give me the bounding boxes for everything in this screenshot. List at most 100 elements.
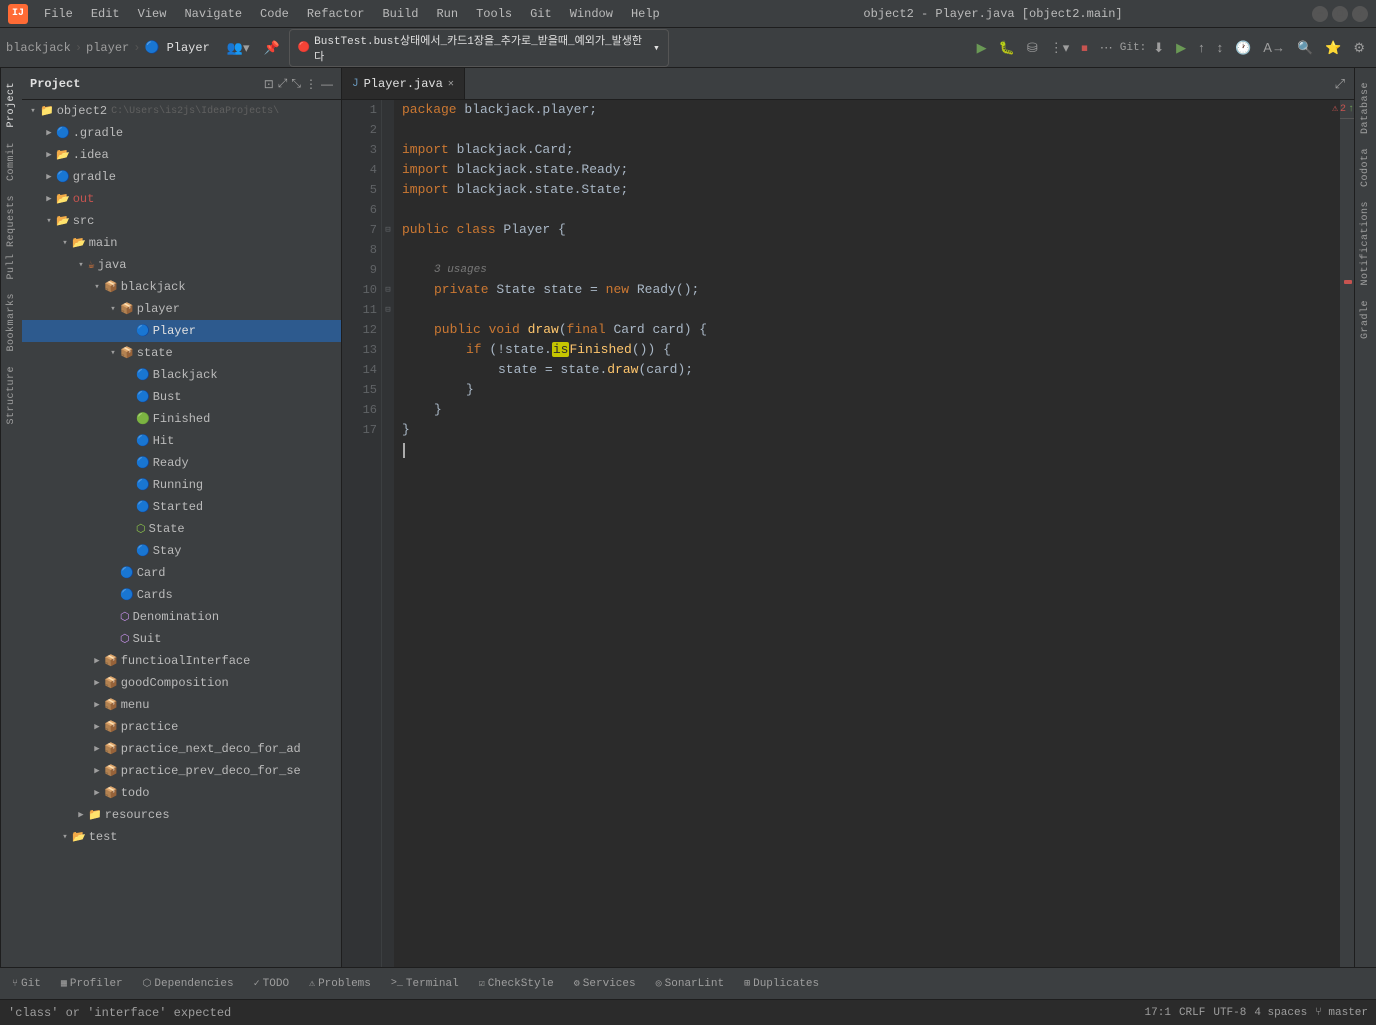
- tree-src[interactable]: ▾ 📂 src: [22, 210, 341, 232]
- tree-practice-next[interactable]: ▶ 📦 practice_next_deco_for_ad: [22, 738, 341, 760]
- menu-item-code[interactable]: Code: [252, 5, 297, 23]
- tree-Cards[interactable]: 🔵 Cards: [22, 584, 341, 606]
- panel-expand2-btn[interactable]: ⤡: [291, 76, 301, 91]
- debug-button[interactable]: 🐛: [994, 37, 1020, 59]
- fold-12[interactable]: ⊟: [382, 300, 394, 320]
- bottom-tab-services[interactable]: ⚙ Services: [566, 975, 644, 993]
- menu-item-refactor[interactable]: Refactor: [299, 5, 373, 23]
- tree-Stay[interactable]: 🔵 Stay: [22, 540, 341, 562]
- menu-item-build[interactable]: Build: [374, 5, 426, 23]
- panel-expand-btn[interactable]: ⤢: [278, 76, 288, 91]
- tree-gradle2[interactable]: ▶ 🔵 gradle: [22, 166, 341, 188]
- panel-gear-btn[interactable]: ⋮: [305, 77, 317, 91]
- code-area[interactable]: package blackjack.player; import blackja…: [394, 100, 1340, 967]
- tree-Suit[interactable]: ⬡ Suit: [22, 628, 341, 650]
- translate-button[interactable]: A→: [1258, 37, 1290, 58]
- stop-button[interactable]: ⏹: [1076, 37, 1093, 59]
- fold-7[interactable]: ⊟: [382, 220, 394, 240]
- bookmark-button[interactable]: ⭐: [1320, 37, 1346, 59]
- panel-scope-btn[interactable]: ⊡: [264, 77, 274, 91]
- tree-Denomination[interactable]: ⬡ Denomination: [22, 606, 341, 628]
- sidebar-bookmarks[interactable]: Bookmarks: [4, 287, 19, 358]
- breadcrumb-Player[interactable]: 🔵 Player: [144, 40, 209, 55]
- menu-item-file[interactable]: File: [36, 5, 81, 23]
- tree-idea[interactable]: ▶ 📂 .idea: [22, 144, 341, 166]
- menu-item-git[interactable]: Git: [522, 5, 560, 23]
- tab-player-java[interactable]: J Player.java ✕: [342, 68, 465, 99]
- run-button[interactable]: ▶: [972, 37, 992, 59]
- rsidebar-codota[interactable]: Codota: [1358, 142, 1373, 193]
- tree-Player-class[interactable]: 🔵 Player: [22, 320, 341, 342]
- menu-item-edit[interactable]: Edit: [83, 5, 128, 23]
- status-position[interactable]: 17:1: [1145, 1007, 1171, 1019]
- settings-button[interactable]: ⚙: [1348, 37, 1370, 59]
- tree-Finished[interactable]: 🟢 Finished: [22, 408, 341, 430]
- more-run-button[interactable]: ⋮▾: [1045, 37, 1075, 59]
- tree-Bust[interactable]: 🔵 Bust: [22, 386, 341, 408]
- tree-out[interactable]: ▶ 📂 out: [22, 188, 341, 210]
- tree-Blackjack[interactable]: 🔵 Blackjack: [22, 364, 341, 386]
- tree-menu[interactable]: ▶ 📦 menu: [22, 694, 341, 716]
- breadcrumb-blackjack[interactable]: blackjack: [6, 41, 71, 55]
- menu-item-navigate[interactable]: Navigate: [176, 5, 250, 23]
- coverage-button[interactable]: ⛁: [1022, 37, 1043, 59]
- menu-item-view[interactable]: View: [130, 5, 175, 23]
- run-config[interactable]: 🔴 BustTest.bust상태에서_카드1장을_추가로_받을때_예외가_발생…: [289, 29, 669, 67]
- panel-minus-btn[interactable]: —: [321, 77, 333, 91]
- tree-blackjack-pkg[interactable]: ▾ 📦 blackjack: [22, 276, 341, 298]
- bottom-tab-git[interactable]: ⑂ Git: [4, 975, 49, 993]
- git-history-button[interactable]: 🕐: [1230, 37, 1256, 59]
- tree-test[interactable]: ▾ 📂 test: [22, 826, 341, 848]
- menu-item-run[interactable]: Run: [428, 5, 466, 23]
- search-button[interactable]: 🔍: [1292, 37, 1318, 59]
- tree-Ready[interactable]: 🔵 Ready: [22, 452, 341, 474]
- nav-up[interactable]: ↑: [1348, 104, 1354, 115]
- git-pull-button[interactable]: ⬇: [1148, 37, 1169, 59]
- more-button[interactable]: ⋯: [1095, 37, 1118, 59]
- tree-root[interactable]: ▾ 📁 object2 C:\Users\is2js\IdeaProjects\: [22, 100, 341, 122]
- tree-java[interactable]: ▾ ☕ java: [22, 254, 341, 276]
- sidebar-structure[interactable]: Structure: [4, 360, 19, 431]
- tree-practice-prev[interactable]: ▶ 📦 practice_prev_deco_for_se: [22, 760, 341, 782]
- bottom-tab-terminal[interactable]: >_ Terminal: [383, 975, 467, 993]
- maximize-button[interactable]: □: [1332, 6, 1348, 22]
- bottom-tab-duplicates[interactable]: ⊞ Duplicates: [736, 975, 827, 993]
- tree-practice[interactable]: ▶ 📦 practice: [22, 716, 341, 738]
- tree-Running[interactable]: 🔵 Running: [22, 474, 341, 496]
- rsidebar-notifications[interactable]: Notifications: [1358, 195, 1373, 292]
- bottom-tab-profiler[interactable]: ▦ Profiler: [53, 975, 131, 993]
- tree-main[interactable]: ▾ 📂 main: [22, 232, 341, 254]
- menu-item-tools[interactable]: Tools: [468, 5, 520, 23]
- tree-Started[interactable]: 🔵 Started: [22, 496, 341, 518]
- bottom-tab-todo[interactable]: ✓ TODO: [246, 975, 297, 993]
- bottom-tab-checkstyle[interactable]: ☑ CheckStyle: [471, 975, 562, 993]
- status-indent[interactable]: 4 spaces: [1254, 1007, 1307, 1019]
- breadcrumb-player[interactable]: player: [86, 41, 129, 55]
- status-crlf[interactable]: CRLF: [1179, 1007, 1205, 1019]
- tree-Card[interactable]: 🔵 Card: [22, 562, 341, 584]
- tree-resources[interactable]: ▶ 📁 resources: [22, 804, 341, 826]
- menu-bar[interactable]: FileEditViewNavigateCodeRefactorBuildRun…: [36, 5, 674, 23]
- sidebar-commit[interactable]: Commit: [4, 136, 19, 187]
- close-button[interactable]: ✕: [1352, 6, 1368, 22]
- fold-11[interactable]: ⊟: [382, 280, 394, 300]
- tree-functioalInterface[interactable]: ▶ 📦 functioalInterface: [22, 650, 341, 672]
- tree-Hit[interactable]: 🔵 Hit: [22, 430, 341, 452]
- tree-gradle[interactable]: ▶ 🔵 .gradle: [22, 122, 341, 144]
- sidebar-project[interactable]: Project: [4, 76, 19, 134]
- tree-goodComposition[interactable]: ▶ 📦 goodComposition: [22, 672, 341, 694]
- tree-state-pkg[interactable]: ▾ 📦 state: [22, 342, 341, 364]
- menu-item-window[interactable]: Window: [562, 5, 621, 23]
- status-charset[interactable]: UTF-8: [1213, 1007, 1246, 1019]
- bottom-tab-sonarlint[interactable]: ◎ SonarLint: [648, 975, 732, 993]
- git-push-button[interactable]: ▶: [1171, 37, 1191, 59]
- project-tree[interactable]: ▾ 📁 object2 C:\Users\is2js\IdeaProjects\…: [22, 100, 341, 967]
- tab-expand-btn[interactable]: ⤢: [1330, 73, 1350, 95]
- tab-close-btn[interactable]: ✕: [448, 78, 454, 90]
- status-branch[interactable]: ⑂ master: [1315, 1007, 1368, 1019]
- tree-todo[interactable]: ▶ 📦 todo: [22, 782, 341, 804]
- pin-button[interactable]: 📌: [259, 37, 285, 59]
- team-button[interactable]: 👥▾: [222, 37, 255, 59]
- menu-item-help[interactable]: Help: [623, 5, 668, 23]
- tree-State[interactable]: ⬡ State: [22, 518, 341, 540]
